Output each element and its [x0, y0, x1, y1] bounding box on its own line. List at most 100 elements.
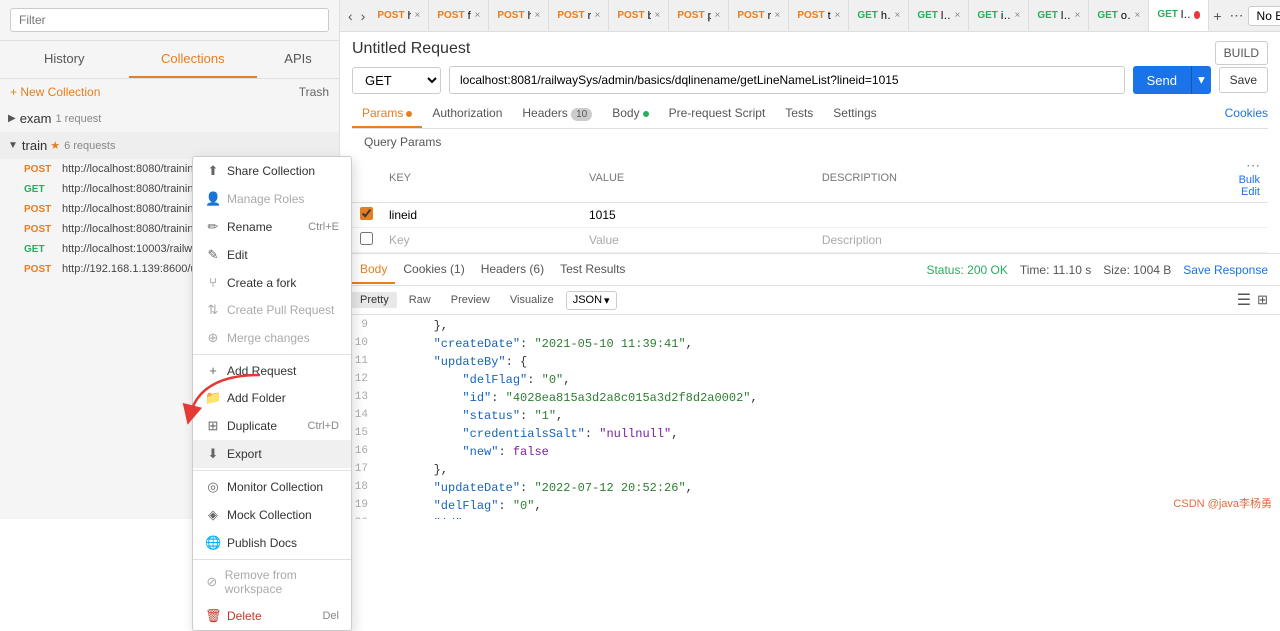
json-dropdown[interactable]: JSON ▾ — [566, 291, 617, 310]
close-icon[interactable]: × — [475, 10, 481, 21]
tab-item[interactable]: GETl...× — [909, 0, 969, 32]
context-menu-add-request[interactable]: +Add Request — [193, 357, 340, 384]
tab-item[interactable]: GETl...× — [1029, 0, 1089, 32]
method-label: GET — [1097, 10, 1118, 21]
response-tab-cookies[interactable]: Cookies (1) — [395, 256, 472, 284]
response-tab-body[interactable]: Body — [352, 256, 395, 284]
format-pretty-button[interactable]: Pretty — [352, 292, 397, 308]
tab-url: i... — [1001, 10, 1011, 22]
value-cell: 1015 — [581, 203, 814, 228]
method-select[interactable]: GET POST PUT DELETE — [352, 67, 441, 94]
close-icon[interactable]: × — [1015, 10, 1021, 21]
unsaved-dot — [1194, 11, 1201, 19]
more-tabs-button[interactable]: ⋯ — [1226, 7, 1248, 24]
tab-item[interactable]: POSTh...× — [369, 0, 429, 32]
tab-item[interactable]: GETo...× — [1089, 0, 1149, 32]
context-menu-mock[interactable]: ◈Mock Collection — [193, 501, 340, 519]
url-input[interactable] — [449, 66, 1125, 94]
key-header: KEY — [381, 153, 581, 203]
tab-item[interactable]: POSTf...× — [429, 0, 489, 32]
main-content: ‹ › POSTh...× POST f... × POSTh...× POSTr.… — [340, 0, 1280, 519]
close-icon[interactable]: × — [535, 10, 541, 21]
tab-item[interactable]: POSTt...× — [789, 0, 849, 32]
environment-dropdown[interactable]: No Environment ▾ — [1248, 6, 1280, 26]
row-checkbox[interactable] — [360, 207, 373, 220]
context-menu-add-folder[interactable]: 📁Add Folder — [193, 384, 340, 412]
tab-forward-button[interactable]: › — [357, 8, 370, 24]
build-button[interactable]: BUILD — [1215, 41, 1268, 65]
format-preview-button[interactable]: Preview — [443, 292, 498, 308]
context-menu-fork[interactable]: ⑂Create a fork — [193, 269, 340, 296]
close-icon[interactable]: × — [595, 10, 601, 21]
tab-authorization[interactable]: Authorization — [422, 100, 512, 128]
duplicate-icon: ⊞ — [205, 418, 221, 434]
copy-icon[interactable]: ⊞ — [1257, 292, 1268, 308]
format-visualize-button[interactable]: Visualize — [502, 292, 562, 308]
tab-item[interactable]: POSTr...× — [549, 0, 609, 32]
params-dot — [406, 111, 412, 117]
tab-tests[interactable]: Tests — [775, 100, 823, 128]
tab-back-button[interactable]: ‹ — [344, 8, 357, 24]
tab-pre-request[interactable]: Pre-request Script — [659, 100, 776, 128]
tab-item[interactable]: POSTb...× — [609, 0, 669, 32]
request-title: Untitled Request — [352, 40, 470, 58]
context-menu-export[interactable]: ⬇Export — [193, 440, 340, 468]
context-menu-share[interactable]: ⬆Share Collection — [193, 157, 340, 185]
context-menu-edit[interactable]: ✎Edit — [193, 241, 340, 269]
code-line: 11 "updateBy": { — [340, 355, 1280, 373]
bulk-edit-button[interactable]: Bulk Edit — [1239, 174, 1260, 198]
tab-item[interactable]: GETi...× — [969, 0, 1029, 32]
tab-item-active[interactable]: GETl... — [1149, 0, 1209, 32]
context-menu-merge: ⊕Merge changes — [193, 324, 340, 352]
cookies-link[interactable]: Cookies — [1225, 100, 1268, 128]
send-dropdown-button[interactable]: ▾ — [1191, 66, 1211, 94]
tab-item[interactable]: POSTr...× — [729, 0, 789, 32]
close-icon[interactable]: × — [415, 10, 421, 21]
tab-item[interactable]: GETh...× — [849, 0, 909, 32]
add-icon: + — [205, 363, 221, 378]
close-icon[interactable]: × — [835, 10, 841, 21]
tab-params[interactable]: Params — [352, 100, 422, 128]
context-menu-duplicate[interactable]: ⊞Duplicate Ctrl+D — [193, 412, 340, 440]
close-icon[interactable]: × — [1135, 10, 1141, 21]
more-button[interactable]: ⋯ — [1246, 157, 1260, 173]
tab-body[interactable]: Body — [602, 100, 658, 128]
code-line: 15 "credentialsSalt": "nullnull", — [340, 427, 1280, 445]
response-tab-test-results[interactable]: Test Results — [552, 256, 633, 284]
format-raw-button[interactable]: Raw — [401, 292, 439, 308]
context-menu-monitor[interactable]: ◎Monitor Collection — [193, 473, 340, 501]
code-line: 10 "createDate": "2021-05-10 11:39:41", — [340, 337, 1280, 355]
context-menu-manage-roles: 👤Manage Roles — [193, 185, 340, 213]
format-icon[interactable]: ☰ — [1237, 290, 1251, 310]
desc-cell: Description — [814, 228, 1228, 253]
tab-bar-actions: No Environment ▾ 👁 — [1248, 6, 1280, 26]
context-menu-rename[interactable]: ✏Rename Ctrl+E — [193, 213, 340, 241]
tab-headers[interactable]: Headers 10 — [512, 100, 602, 128]
code-line: 16 "new": false — [340, 445, 1280, 463]
row-checkbox[interactable] — [360, 232, 373, 245]
close-icon[interactable]: × — [1075, 10, 1081, 21]
folder-icon: 📁 — [205, 390, 221, 406]
close-icon[interactable]: × — [655, 10, 661, 21]
shortcut-label: Ctrl+E — [308, 221, 339, 233]
value-header: VALUE — [581, 153, 814, 203]
close-icon[interactable]: × — [895, 10, 901, 21]
method-label: GET — [1037, 10, 1058, 21]
tab-settings[interactable]: Settings — [823, 100, 886, 128]
tab-url: r... — [768, 10, 771, 22]
rename-icon: ✏ — [205, 219, 221, 235]
response-tab-headers[interactable]: Headers (6) — [473, 256, 552, 284]
tab-item[interactable]: POSTp...× — [669, 0, 729, 32]
tab-item[interactable]: POSTh...× — [489, 0, 549, 32]
close-icon[interactable]: × — [775, 10, 781, 21]
add-tab-button[interactable]: + — [1209, 8, 1225, 24]
close-icon[interactable]: × — [715, 10, 721, 21]
tab-url: f... — [468, 10, 471, 22]
save-response-button[interactable]: Save Response — [1183, 263, 1268, 277]
request-row: GET POST PUT DELETE Send ▾ Save — [352, 66, 1268, 94]
close-icon[interactable]: × — [955, 10, 961, 21]
send-button[interactable]: Send — [1133, 66, 1191, 94]
response-status: Status: 200 OK Time: 11.10 s Size: 1004 … — [926, 263, 1268, 277]
save-button[interactable]: Save — [1219, 67, 1268, 93]
method-label: POST — [617, 10, 644, 21]
